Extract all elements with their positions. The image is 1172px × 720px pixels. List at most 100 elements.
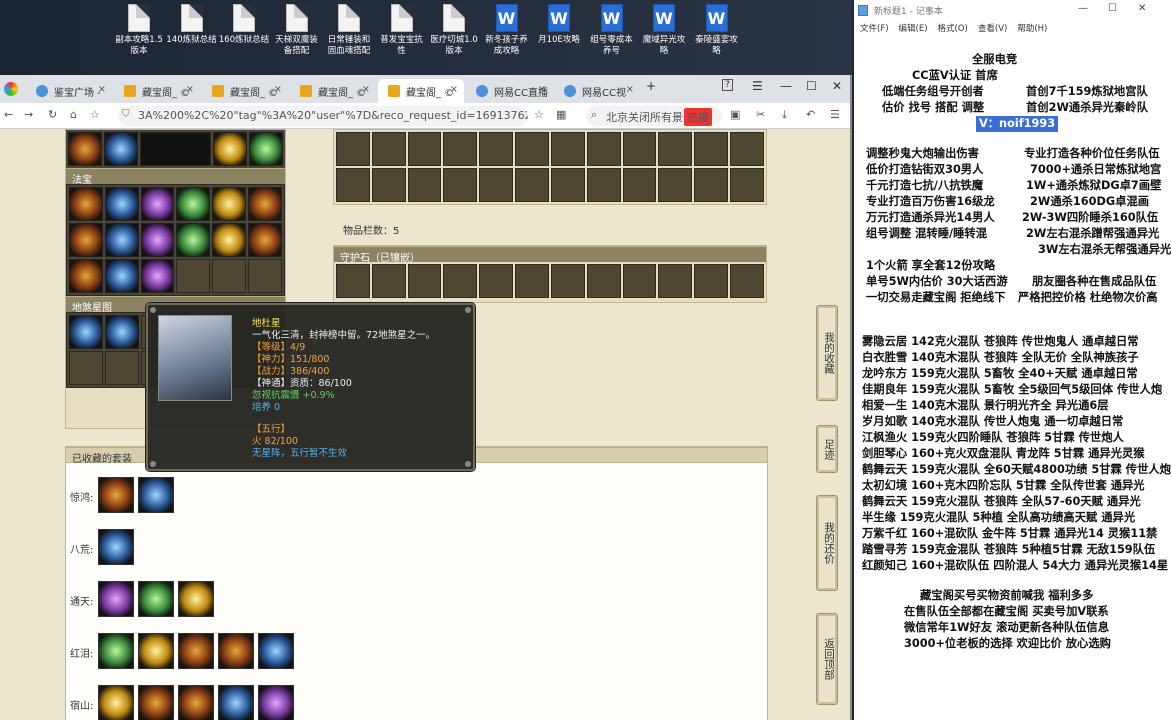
set-item-icon[interactable] [98, 685, 134, 720]
guard-slot[interactable] [515, 264, 549, 298]
tab-close-icon[interactable]: × [362, 84, 370, 95]
bag-slot[interactable] [622, 132, 657, 166]
desktop-icon[interactable]: W 新冬孩子养 成攻略 [480, 4, 534, 57]
desktop-icon[interactable]: 140炼狱总结 [165, 4, 219, 46]
fabao-slot[interactable] [176, 187, 211, 221]
side-button[interactable]: 返回顶部 [816, 613, 838, 705]
set-item-icon[interactable] [178, 581, 214, 617]
notepad-menu-item[interactable]: 查看(V) [978, 24, 1007, 34]
scissors-icon[interactable]: ✂ [756, 108, 765, 121]
fabao-slot[interactable] [140, 187, 175, 221]
item-slot[interactable] [104, 132, 139, 166]
notepad-menu-item[interactable]: 编辑(E) [899, 24, 928, 34]
desktop-icon[interactable]: 日常锤装和 固血魂搭配 [322, 4, 376, 57]
close-button[interactable]: ✕ [1138, 3, 1146, 14]
item-slot[interactable] [248, 132, 283, 166]
tab-close-icon[interactable]: × [98, 84, 106, 95]
more-icon[interactable]: ☰ [830, 108, 840, 121]
bag-slot[interactable] [694, 168, 729, 202]
desktop-icon[interactable]: 天梯双魔装 备搭配 [270, 4, 324, 57]
tab-close-icon[interactable]: × [274, 84, 282, 95]
set-item-icon[interactable] [98, 529, 134, 565]
browser-tab[interactable]: 藏宝阁_ © × [378, 79, 464, 103]
set-item-icon[interactable] [178, 685, 214, 720]
tab-close-icon[interactable]: × [626, 84, 634, 95]
extensions-icon[interactable]: ▣ [730, 108, 740, 121]
bag-slot[interactable] [371, 132, 406, 166]
disha-slot[interactable] [69, 351, 103, 385]
bag-slot[interactable] [586, 132, 621, 166]
set-item-icon[interactable] [218, 685, 254, 720]
set-item-icon[interactable] [178, 633, 214, 669]
desktop-icon[interactable]: 副本攻略1.5 版本 [112, 4, 166, 57]
fabao-slot[interactable] [69, 223, 103, 257]
bag-slot[interactable] [443, 132, 478, 166]
browser-tab[interactable]: 网易CC直播 × [466, 79, 552, 103]
back-icon[interactable]: ← [4, 108, 13, 121]
fabao-slot[interactable] [140, 259, 175, 293]
url-bar[interactable]: ⛉ 3A%200%2C%20"tag"%3A%20"user"%7D&reco_r… [118, 106, 528, 126]
fabao-slot[interactable] [176, 223, 211, 257]
desktop-icon[interactable]: W 秦陵盛宴攻略 [690, 4, 744, 57]
desktop-icon[interactable]: W 组号零成本 养号 [585, 4, 639, 57]
undo-icon[interactable]: ↶ [806, 108, 815, 121]
set-item-icon[interactable] [258, 633, 294, 669]
set-item-icon[interactable] [138, 477, 174, 513]
set-item-icon[interactable] [138, 581, 174, 617]
tab-close-icon[interactable]: × [538, 84, 546, 95]
browser-tab[interactable]: 网易CC视 × [554, 79, 640, 103]
side-button[interactable]: 足迹 [816, 425, 838, 473]
home-icon[interactable]: ⌂ [70, 108, 77, 121]
tab-close-icon[interactable]: × [186, 84, 194, 95]
bag-slot[interactable] [479, 168, 514, 202]
download-icon[interactable]: ⤓ [782, 108, 787, 122]
desktop-icon[interactable]: 普发宝宝抗性 [375, 4, 429, 57]
item-slot[interactable] [68, 132, 103, 166]
fabao-slot[interactable] [248, 223, 282, 257]
fabao-slot[interactable] [104, 223, 139, 257]
fabao-slot[interactable] [212, 187, 247, 221]
fabao-slot[interactable] [69, 259, 103, 293]
desktop-icon[interactable]: W 魔域异光攻略 [637, 4, 691, 57]
fabao-slot[interactable] [176, 259, 211, 293]
browser-tab[interactable]: 藏宝阁_ © × [114, 79, 200, 103]
set-item-icon[interactable] [218, 633, 254, 669]
guard-slot[interactable] [336, 264, 370, 298]
guard-slot[interactable] [622, 264, 657, 298]
fabao-slot[interactable] [212, 223, 247, 257]
bag-slot[interactable] [515, 132, 549, 166]
fabao-slot[interactable] [248, 187, 282, 221]
star-icon[interactable]: ☆ [90, 108, 100, 121]
bag-slot[interactable] [730, 168, 764, 202]
bag-slot[interactable] [336, 168, 370, 202]
set-item-icon[interactable] [138, 685, 174, 720]
reload-icon[interactable]: ↻ [48, 108, 57, 121]
bag-slot[interactable] [407, 132, 442, 166]
bag-slot[interactable] [694, 132, 729, 166]
fabao-slot[interactable] [140, 223, 175, 257]
fabao-slot[interactable] [104, 259, 139, 293]
bag-slot[interactable] [550, 132, 585, 166]
bag-slot[interactable] [586, 168, 621, 202]
guard-slot[interactable] [586, 264, 621, 298]
bag-slot[interactable] [658, 132, 693, 166]
bag-slot[interactable] [622, 168, 657, 202]
minimize-button[interactable]: — [1078, 3, 1088, 14]
disha-slot[interactable] [69, 315, 103, 349]
guard-slot[interactable] [407, 264, 442, 298]
browser-tab[interactable]: 鉴宝广场 - × [26, 79, 112, 103]
notepad-menu-item[interactable]: 文件(F) [860, 24, 889, 34]
set-item-icon[interactable] [98, 477, 134, 513]
item-slot[interactable] [212, 132, 247, 166]
maximize-button[interactable]: ☐ [1108, 3, 1117, 14]
side-button[interactable]: 我的收藏 [816, 305, 838, 401]
disha-slot[interactable] [104, 351, 139, 385]
browser-tab[interactable]: 藏宝阁_ © × [290, 79, 376, 103]
bag-slot[interactable] [730, 132, 764, 166]
guard-slot[interactable] [371, 264, 406, 298]
guard-slot[interactable] [694, 264, 729, 298]
maximize-button[interactable]: ☐ [806, 79, 817, 93]
tab-close-icon[interactable]: × [450, 84, 458, 95]
fabao-slot[interactable] [104, 187, 139, 221]
new-tab-button[interactable]: + [646, 79, 656, 93]
